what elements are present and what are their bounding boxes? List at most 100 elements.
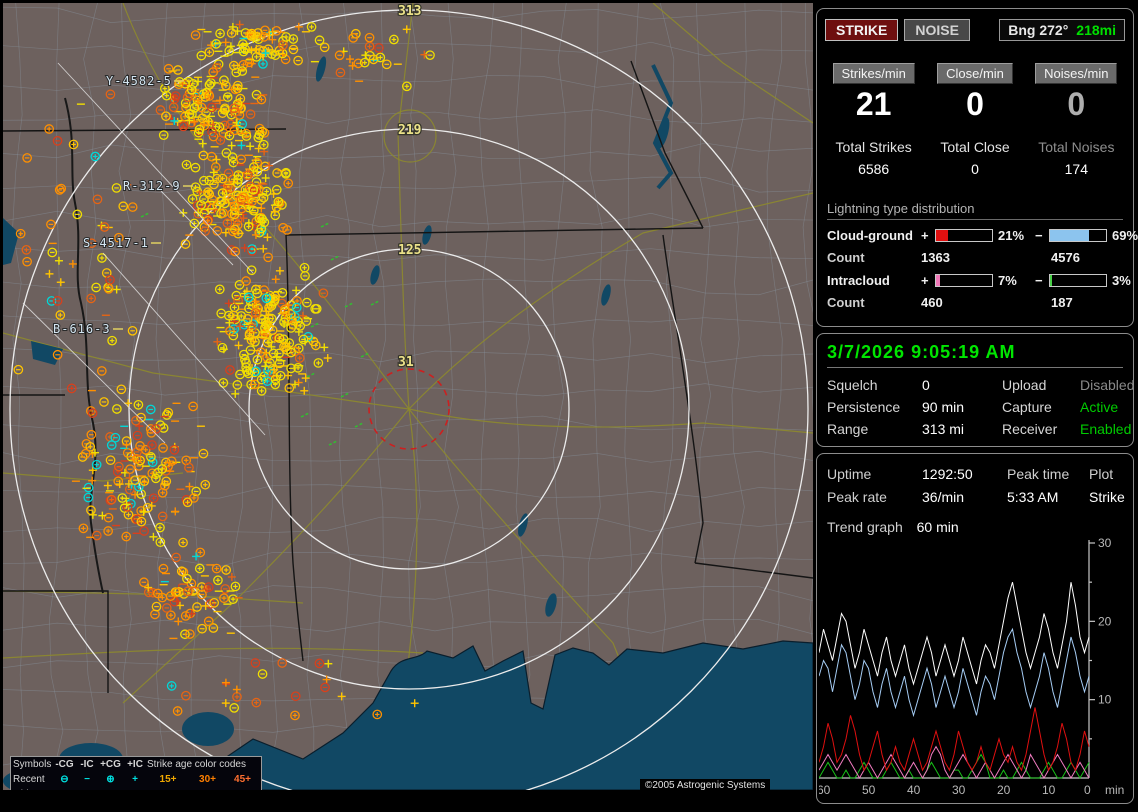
total-label: Total Strikes <box>835 139 912 155</box>
neg-cg-old-icon: ⊖ <box>53 787 76 790</box>
uptime-value: 36/min <box>922 489 965 505</box>
range-ring-label: 31 <box>398 355 414 370</box>
storm-map[interactable]: Y-4582-5 R-312-9 S-4517-1 B-616-3 313 219 125 3… <box>3 3 813 790</box>
bearing-readout: Bng 272° 218mi <box>999 19 1125 41</box>
distribution-row: Intracloud +7% − 3% <box>827 273 1131 288</box>
uptime-label: Uptime <box>827 466 872 482</box>
plus-bar <box>935 274 993 287</box>
total-label: Total Close <box>940 139 1010 155</box>
copyright: ©2005 Astrogenic Systems <box>640 779 771 792</box>
uptime-grid: Uptime 1292:50 Peak time Plot Peak rate 36/mi… <box>827 466 1125 505</box>
plus-count: 1363 <box>921 250 950 265</box>
plus-pct: 21% <box>998 228 1025 243</box>
status-label: Range <box>827 421 869 437</box>
status-state: Enabled <box>1080 421 1132 437</box>
trend-xtick: 40 <box>907 783 921 797</box>
status-state: Active <box>1080 399 1119 415</box>
uptime-label: Peak rate <box>827 489 887 505</box>
count-label: Count <box>827 250 865 265</box>
legend-symbols-header: Symbols <box>13 759 52 770</box>
map-legend: Symbols -CG -IC +CG +IC Strike age color… <box>10 756 262 790</box>
age-code-45: 45+ <box>234 774 251 785</box>
minus-pct: 69% <box>1112 228 1138 243</box>
legend-recent-label: Recent <box>13 774 45 785</box>
status-grid: Squelch 0 Upload Disabled Persistence 90 min C… <box>827 377 1134 437</box>
uptime-value: 1292:50 <box>922 466 973 482</box>
age-code-30: 30+ <box>199 774 216 785</box>
status-state: Disabled <box>1080 377 1135 393</box>
map-canvas[interactable]: Y-4582-5 R-312-9 S-4517-1 B-616-3 313 219 125 3… <box>3 3 813 790</box>
trend-graph: 10 20 30 60 50 40 30 20 10 0 min <box>819 538 1131 800</box>
minus-count: 187 <box>1051 295 1073 310</box>
trend-graph-label: Trend graph <box>827 519 903 535</box>
total-label: Total Noises <box>1038 139 1115 155</box>
distribution-title: Lightning type distribution <box>827 201 1123 220</box>
minus-pct: 3% <box>1112 273 1131 288</box>
legend-old-label: Old <box>13 787 53 790</box>
noise-toggle-button[interactable]: NOISE <box>904 19 970 41</box>
trend-ytick: 20 <box>1098 614 1112 628</box>
plot-cell: Strike <box>1089 489 1125 505</box>
plot-cell: Plot <box>1089 466 1114 482</box>
neg-ic-old-icon: − <box>76 787 98 790</box>
rate-label-button[interactable]: Noises/min <box>1035 63 1118 84</box>
trend-xtick: 0 <box>1084 783 1091 797</box>
rate-label-button[interactable]: Strikes/min <box>832 63 915 84</box>
plus-sign: + <box>921 228 929 243</box>
pos-cg-recent-icon: ⊕ <box>106 774 115 785</box>
minus-sign: − <box>1035 228 1043 243</box>
status-label: Capture <box>1002 399 1052 415</box>
range-ring-label: 313 <box>398 4 421 19</box>
age-code-60: 60+ <box>147 787 189 790</box>
dist-name: Intracloud <box>827 273 890 288</box>
legend-age-title: Strike age color codes <box>147 759 246 770</box>
legend-col-pic: +IC <box>127 759 143 770</box>
rate-columns: Strikes/min 21 Total Strikes 6586 Close/min 0… <box>823 63 1127 177</box>
minus-count: 4576 <box>1051 250 1080 265</box>
legend-col-ncg: -CG <box>55 759 74 770</box>
age-code-75: 75+ <box>189 787 226 790</box>
range-ring-label: 125 <box>398 243 421 258</box>
total-value: 174 <box>1064 161 1088 177</box>
nexstorm-app: Y-4582-5 R-312-9 S-4517-1 B-616-3 313 219 125 3… <box>0 0 1138 812</box>
distribution-row: Cloud-ground +21% − 69% <box>827 228 1138 243</box>
dist-name: Cloud-ground <box>827 228 913 243</box>
status-label: Squelch <box>827 377 878 393</box>
datetime-display: 3/7/2026 9:05:19 AM <box>827 342 1123 368</box>
rate-label-button[interactable]: Close/min <box>937 63 1013 84</box>
strike-stats-panel: STRIKE NOISE Bng 272° 218mi Strikes/min 21… <box>816 8 1138 327</box>
rate-value: 0 <box>1067 86 1086 122</box>
count-row: Count 460 187 <box>827 295 1123 310</box>
trend-graph-window: 60 min <box>916 519 959 535</box>
plus-count: 460 <box>921 295 943 310</box>
bearing-range: 218mi <box>1076 22 1116 38</box>
trend-x-unit: min <box>1105 783 1124 797</box>
total-value: 0 <box>971 161 979 177</box>
trend-ytick: 30 <box>1098 538 1112 550</box>
trend-xtick: 20 <box>997 783 1011 797</box>
neg-ic-recent-icon: − <box>84 774 90 785</box>
bearing-value: Bng 272° <box>1008 22 1069 38</box>
minus-bar <box>1049 274 1107 287</box>
peak-cell: Peak time <box>1007 466 1070 482</box>
count-label: Count <box>827 295 865 310</box>
trend-ytick: 10 <box>1098 693 1112 707</box>
peak-cell: 5:33 AM <box>1007 489 1059 505</box>
trend-xtick: 30 <box>952 783 966 797</box>
status-panel: 3/7/2026 9:05:19 AM Squelch 0 Upload Disabl… <box>816 333 1134 447</box>
minus-bar <box>1049 229 1107 242</box>
trend-xtick: 50 <box>862 783 876 797</box>
count-row: Count 1363 4576 <box>827 250 1123 265</box>
storm-cell-label: B-616-3 <box>53 322 111 336</box>
plus-pct: 7% <box>998 273 1017 288</box>
neg-cg-recent-icon: ⊖ <box>60 774 69 785</box>
range-ring-label: 219 <box>398 123 421 138</box>
trend-xtick: 60 <box>819 783 831 797</box>
strike-toggle-button[interactable]: STRIKE <box>825 19 899 41</box>
age-code-90: 90+ <box>226 787 259 790</box>
rate-column-2: Noises/min 0 Total Noises 174 <box>1026 63 1127 177</box>
rate-column-0: Strikes/min 21 Total Strikes 6586 <box>823 63 924 177</box>
storm-cell-label: Y-4582-5 <box>106 74 172 88</box>
status-label: Upload <box>1002 377 1047 393</box>
status-value: 313 mi <box>922 421 965 437</box>
